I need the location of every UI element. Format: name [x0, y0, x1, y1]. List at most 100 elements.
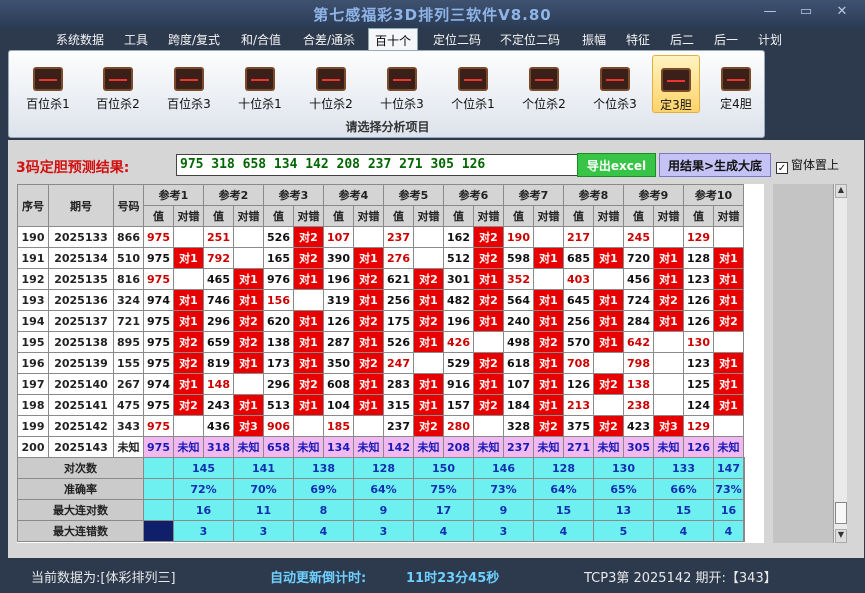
- hit-cell: 对1: [713, 373, 744, 395]
- hit-header[interactable]: 对错: [593, 205, 624, 227]
- value-header[interactable]: 值: [383, 205, 414, 227]
- hit-header[interactable]: 对错: [653, 205, 684, 227]
- status-cell: 未知: [713, 436, 744, 458]
- table-row[interactable]: 196 2025139 155 975 对2 819 对1 173 对1 350 对2 247 529 对…: [17, 352, 745, 374]
- value-cell: 916: [443, 373, 474, 395]
- hit-header[interactable]: 对错: [233, 205, 264, 227]
- ribbon-item-4[interactable]: 十位杀1: [231, 55, 289, 113]
- value-cell: 129: [683, 226, 714, 248]
- ref-header-5[interactable]: 参考5: [383, 184, 444, 206]
- ref-header-4[interactable]: 参考4: [323, 184, 384, 206]
- ribbon-item-2[interactable]: 百位杀2: [89, 55, 147, 113]
- prediction-result-field[interactable]: 975 318 658 134 142 208 237 271 305 126: [176, 154, 584, 176]
- seq-header[interactable]: 序号: [17, 184, 49, 227]
- ribbon-item-1[interactable]: 百位杀1: [19, 55, 77, 113]
- value-header[interactable]: 值: [563, 205, 594, 227]
- value-cell: 975: [143, 415, 174, 437]
- table-row[interactable]: 193 2025136 324 974 对1 746 对1 156 319 对1 256 对1 482 对…: [17, 289, 745, 311]
- menu-item-13[interactable]: 计划: [758, 31, 782, 48]
- menu-item-5[interactable]: 合差/通杀: [303, 31, 355, 48]
- period-header[interactable]: 期号: [48, 184, 114, 227]
- menu-item-11[interactable]: 后二: [670, 31, 694, 48]
- ref-header-9[interactable]: 参考9: [623, 184, 684, 206]
- value-header[interactable]: 值: [263, 205, 294, 227]
- value-header[interactable]: 值: [323, 205, 354, 227]
- close-button[interactable]: ✕: [829, 4, 855, 19]
- menu-item-6[interactable]: 百十个: [368, 28, 419, 50]
- ribbon-item-8[interactable]: 个位杀2: [515, 55, 573, 113]
- minimize-button[interactable]: —: [757, 4, 783, 19]
- hit-header[interactable]: 对错: [293, 205, 324, 227]
- ribbon-item-3[interactable]: 百位杀3: [160, 55, 218, 113]
- maximize-button[interactable]: ▭: [793, 4, 819, 19]
- value-header[interactable]: 值: [203, 205, 234, 227]
- ref-header-8[interactable]: 参考8: [563, 184, 624, 206]
- value-cell: 126: [683, 310, 714, 332]
- topmost-checkbox[interactable]: ✓ 窗体置上: [776, 156, 839, 174]
- ref-header-1[interactable]: 参考1: [143, 184, 204, 206]
- value-header[interactable]: 值: [443, 205, 474, 227]
- value-header[interactable]: 值: [503, 205, 534, 227]
- table-row[interactable]: 195 2025138 895 975 对2 659 对2 138 对1 287 对1 526 对1 42…: [17, 331, 745, 353]
- menu-item-10[interactable]: 特征: [626, 31, 650, 48]
- chart-icon: [103, 67, 133, 91]
- ribbon-item-9[interactable]: 个位杀3: [586, 55, 644, 113]
- value-header[interactable]: 值: [623, 205, 654, 227]
- stats-value: 15: [653, 499, 714, 521]
- menu-item-12[interactable]: 后一: [714, 31, 738, 48]
- value-header[interactable]: 值: [143, 205, 174, 227]
- ref-header-2[interactable]: 参考2: [203, 184, 264, 206]
- table-row[interactable]: 199 2025142 343 975 436 对3 906 185 237 对2 280 328 对2…: [17, 415, 745, 437]
- ribbon-item-7[interactable]: 个位杀1: [444, 55, 502, 113]
- value-cell: 318: [203, 436, 234, 458]
- menu-item-9[interactable]: 振幅: [582, 31, 606, 48]
- hit-cell: 对2: [533, 331, 564, 353]
- table-row[interactable]: 194 2025137 721 975 对1 296 对2 620 对1 126 对2 175 对2 19…: [17, 310, 745, 332]
- value-cell: 403: [563, 268, 594, 290]
- hit-header[interactable]: 对错: [533, 205, 564, 227]
- status-cell: 未知: [233, 436, 264, 458]
- ref-header-3[interactable]: 参考3: [263, 184, 324, 206]
- hit-header[interactable]: 对错: [173, 205, 204, 227]
- seq-cell: 199: [17, 415, 49, 437]
- miss-cell: [473, 415, 504, 437]
- hit-header[interactable]: 对错: [473, 205, 504, 227]
- stats-value: 150: [413, 457, 474, 479]
- scroll-down-icon[interactable]: ▼: [835, 529, 847, 543]
- generate-base-button[interactable]: 用结果>生成大底: [659, 153, 771, 177]
- ref-header-10[interactable]: 参考10: [683, 184, 744, 206]
- scroll-thumb[interactable]: [835, 502, 847, 524]
- menu-item-4[interactable]: 和/合值: [241, 31, 281, 48]
- countdown-value: 11时23分45秒: [406, 571, 500, 586]
- menu-item-8[interactable]: 不定位二码: [500, 31, 560, 48]
- hit-header[interactable]: 对错: [713, 205, 744, 227]
- number-header[interactable]: 号码: [113, 184, 144, 227]
- table-row[interactable]: 197 2025140 267 974 对1 148 296 对2 608 对1 283 对1 916 对…: [17, 373, 745, 395]
- table-row[interactable]: 190 2025133 866 975 251 526 对2 107 237 162 对2 190 21…: [17, 226, 745, 248]
- export-excel-button[interactable]: 导出excel: [577, 153, 656, 177]
- checkbox-check-icon[interactable]: ✓: [776, 162, 788, 174]
- scroll-up-icon[interactable]: ▲: [835, 184, 847, 198]
- ref-header-7[interactable]: 参考7: [503, 184, 564, 206]
- menu-item-3[interactable]: 跨度/复式: [168, 31, 220, 48]
- vertical-scrollbar[interactable]: ▲ ▼: [833, 184, 847, 543]
- ribbon-item-11[interactable]: 定4胆: [712, 55, 760, 113]
- hit-cell: 对1: [533, 394, 564, 416]
- table-row[interactable]: 198 2025141 475 975 对2 243 对1 513 对1 104 对1 315 对1 15…: [17, 394, 745, 416]
- value-header[interactable]: 值: [683, 205, 714, 227]
- hit-header[interactable]: 对错: [353, 205, 384, 227]
- menu-item-2[interactable]: 工具: [124, 31, 148, 48]
- hit-header[interactable]: 对错: [413, 205, 444, 227]
- ref-header-6[interactable]: 参考6: [443, 184, 504, 206]
- menu-bar: 系统数据 工具 跨度/复式 和/合值 合差/通杀 百十个 定位二码 不定位二码 振幅 特征 后二 后一…: [0, 28, 865, 50]
- value-cell: 124: [683, 394, 714, 416]
- table-row[interactable]: 191 2025134 510 975 对1 792 165 对2 390 对1 276 512 对2 5…: [17, 247, 745, 269]
- menu-item-1[interactable]: 系统数据: [56, 31, 104, 48]
- stats-pad: [743, 457, 745, 479]
- ribbon-item-10[interactable]: 定3胆: [652, 55, 700, 113]
- prediction-row[interactable]: 200 2025143 未知 975 未知 318 未知 658 未知 134 未知 142 未知 208…: [17, 436, 745, 458]
- table-row[interactable]: 192 2025135 816 975 465 对1 976 对1 196 对2 621 对2 301 对…: [17, 268, 745, 290]
- ribbon-item-5[interactable]: 十位杀2: [302, 55, 360, 113]
- ribbon-item-6[interactable]: 十位杀3: [373, 55, 431, 113]
- menu-item-7[interactable]: 定位二码: [433, 31, 481, 48]
